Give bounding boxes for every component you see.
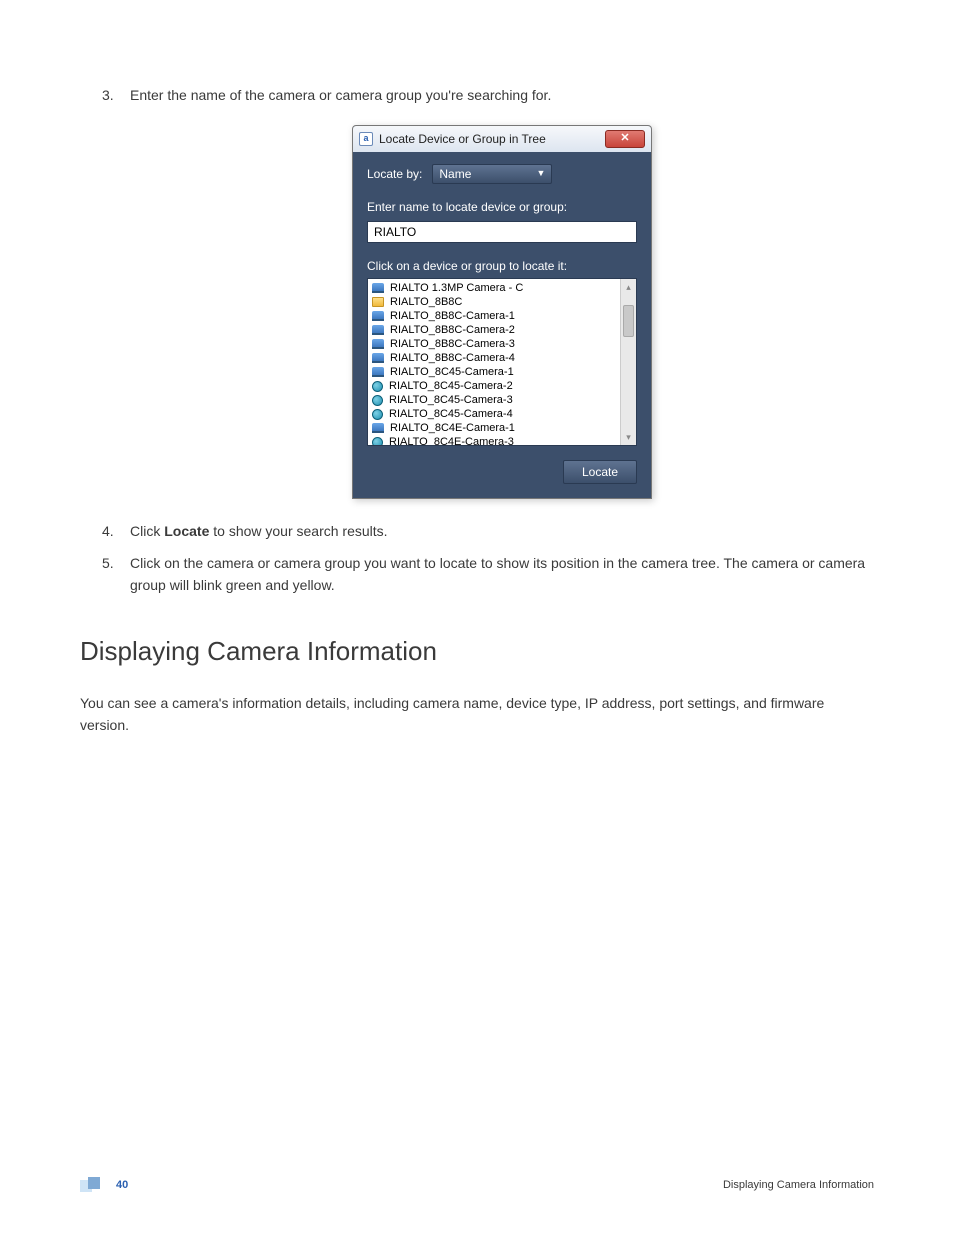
step-5-num: 5. — [102, 553, 114, 575]
chevron-down-icon: ▼ — [536, 167, 545, 181]
step-4-text: Click Locate to show your search results… — [130, 523, 388, 539]
camera-icon — [372, 325, 384, 335]
app-icon: a — [359, 132, 373, 146]
locate-by-label: Locate by: — [367, 165, 422, 184]
locate-by-value: Name — [439, 165, 471, 184]
scroll-up-button[interactable]: ▴ — [621, 279, 636, 295]
step-4: 4. Click Locate to show your search resu… — [102, 521, 874, 543]
camera-icon — [372, 339, 384, 349]
click-device-prompt: Click on a device or group to locate it: — [367, 257, 637, 276]
search-input[interactable] — [367, 221, 637, 243]
camera-icon — [372, 353, 384, 363]
locate-by-select[interactable]: Name ▼ — [432, 164, 552, 184]
page-footer: 40 Displaying Camera Information — [80, 1177, 874, 1195]
close-icon: ✕ — [620, 130, 629, 147]
dialog-titlebar: a Locate Device or Group in Tree ✕ — [353, 126, 651, 153]
step-5: 5. Click on the camera or camera group y… — [102, 553, 874, 596]
step-5-text: Click on the camera or camera group you … — [130, 555, 865, 593]
camera-round-icon — [372, 437, 383, 446]
camera-round-icon — [372, 381, 383, 392]
footer-logo-icon — [80, 1177, 106, 1195]
camera-icon — [372, 283, 384, 293]
section-heading: Displaying Camera Information — [80, 631, 874, 671]
step-3: 3. Enter the name of the camera or camer… — [102, 85, 874, 499]
scroll-down-button[interactable]: ▾ — [621, 429, 636, 445]
camera-icon — [372, 423, 384, 433]
scroll-thumb[interactable] — [623, 305, 634, 337]
close-button[interactable]: ✕ — [605, 130, 645, 148]
step-3-num: 3. — [102, 85, 114, 107]
locate-button[interactable]: Locate — [563, 460, 637, 484]
dialog-title: Locate Device or Group in Tree — [379, 130, 605, 149]
scrollbar[interactable]: ▴ ▾ — [620, 279, 636, 445]
results-container: RIALTO 1.3MP Camera - CRIALTO_8B8CRIALTO… — [367, 278, 637, 446]
results-list[interactable]: RIALTO 1.3MP Camera - CRIALTO_8B8CRIALTO… — [368, 279, 620, 445]
camera-round-icon — [372, 409, 383, 420]
dialog-screenshot: a Locate Device or Group in Tree ✕ Locat… — [130, 125, 874, 500]
camera-round-icon — [372, 395, 383, 406]
step-4-num: 4. — [102, 521, 114, 543]
list-item[interactable]: RIALTO_8C4E-Camera-3 — [372, 435, 616, 445]
enter-name-prompt: Enter name to locate device or group: — [367, 198, 637, 217]
section-paragraph: You can see a camera's information detai… — [80, 693, 874, 736]
camera-icon — [372, 367, 384, 377]
step-3-text: Enter the name of the camera or camera g… — [130, 87, 551, 103]
camera-icon — [372, 311, 384, 321]
folder-icon — [372, 297, 384, 307]
locate-dialog: a Locate Device or Group in Tree ✕ Locat… — [352, 125, 652, 500]
list-item-label: RIALTO_8C4E-Camera-3 — [389, 434, 514, 446]
scroll-track[interactable] — [621, 295, 636, 429]
footer-section-name: Displaying Camera Information — [723, 1177, 874, 1194]
page-number: 40 — [116, 1177, 128, 1194]
